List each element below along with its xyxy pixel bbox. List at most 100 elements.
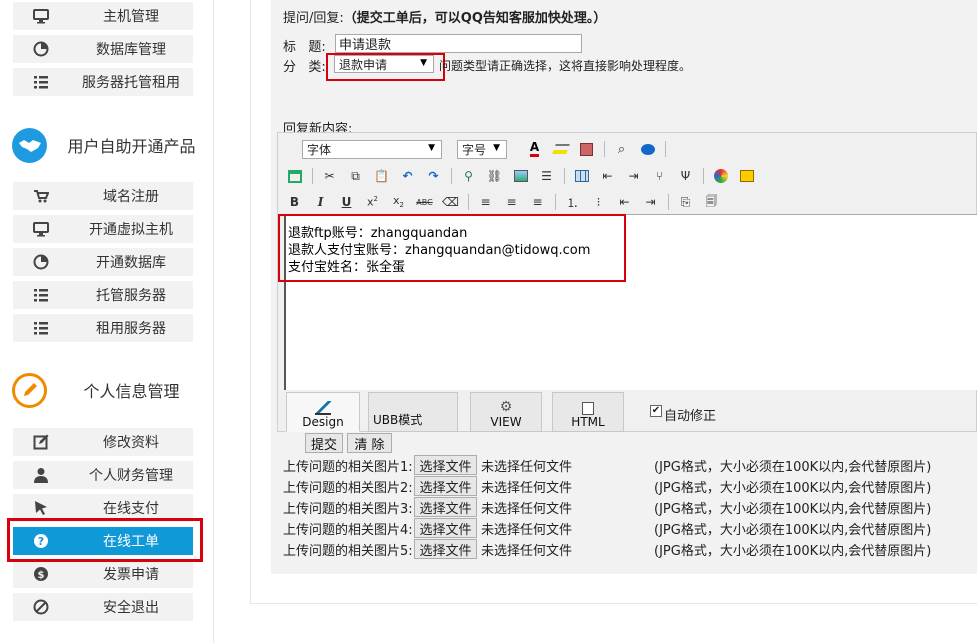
paste-icon[interactable]: 📋 <box>371 166 392 186</box>
choose-file-button[interactable]: 选择文件 <box>414 497 477 517</box>
sidebar-item-host-management[interactable]: 主机管理 <box>13 2 193 30</box>
insert-page-icon[interactable]: ⎘ <box>675 192 696 212</box>
outdent-icon[interactable]: ⇤ <box>614 192 635 212</box>
table-icon[interactable] <box>571 166 592 186</box>
file-status: 未选择任何文件 <box>481 480 573 496</box>
choose-file-button[interactable]: 选择文件 <box>414 539 477 559</box>
redo-icon[interactable]: ↷ <box>423 166 444 186</box>
highlight-box <box>7 518 203 562</box>
sidebar-item-open-vhost[interactable]: 开通虚拟主机 <box>13 215 193 243</box>
sidebar-item-edit-profile[interactable]: 修改资料 <box>13 428 193 456</box>
toolbar-row-3: B I U x2 x2 ABC ⌫ ≡ ≡ ≡ ⒈ ⁝ ⇤ ⇥ ⎘ 🗐 <box>284 191 727 213</box>
subscript-icon[interactable]: x2 <box>388 192 409 212</box>
upload-note: (JPG格式，大小必须在100K以内,会代替原图片) <box>654 501 932 517</box>
group-title: 用户自助开通产品 <box>67 137 196 156</box>
group-title: 个人信息管理 <box>83 382 180 401</box>
sidebar-item-label: 个人财务管理 <box>89 468 173 484</box>
header-notice: （提交工单后，可以QQ告知客服加快处理。） <box>343 11 607 26</box>
indent-icon[interactable]: ⇥ <box>640 192 661 212</box>
image-icon[interactable] <box>510 166 531 186</box>
sidebar-item-label: 发票申请 <box>103 567 159 583</box>
group-personal-info: 个人信息管理 <box>12 370 202 410</box>
italic-icon[interactable]: I <box>310 192 331 212</box>
sidebar-item-finance[interactable]: 个人财务管理 <box>13 461 193 489</box>
monitor-icon <box>33 9 49 24</box>
submit-button[interactable]: 提交 <box>305 433 343 453</box>
new-doc-icon[interactable] <box>284 166 305 186</box>
toolbar-row-2: ✂ ⧉ 📋 ↶ ↷ ⚲ ⛓ ☰ ⇤ ⇥ ⑂ Ψ <box>284 165 762 187</box>
link-icon[interactable]: ⚲ <box>458 166 479 186</box>
underline-icon[interactable]: U <box>336 192 357 212</box>
sidebar-item-hosting-server[interactable]: 托管服务器 <box>13 281 193 309</box>
insert-row-icon[interactable]: ⇤ <box>597 166 618 186</box>
title-input[interactable] <box>335 34 582 53</box>
eraser-icon[interactable]: ⌫ <box>440 192 461 212</box>
bold-icon[interactable]: B <box>284 192 305 212</box>
sidebar-item-invoice[interactable]: $ 发票申请 <box>13 560 193 588</box>
media-icon[interactable] <box>710 166 731 186</box>
tab-ubb[interactable]: UBB模式 <box>368 392 458 432</box>
choose-file-button[interactable]: 选择文件 <box>414 476 477 496</box>
align-right-icon[interactable]: ≡ <box>527 192 548 212</box>
list-icon <box>34 76 48 89</box>
font-select[interactable]: 字体 ▼ <box>302 139 442 159</box>
view-icon: ⚙ <box>499 399 513 415</box>
align-center-icon[interactable]: ≡ <box>501 192 522 212</box>
tab-label: UBB模式 <box>373 413 423 427</box>
pencil-icon <box>12 372 47 408</box>
sidebar-item-server-hosting[interactable]: 服务器托管租用 <box>13 68 193 96</box>
ordered-list-icon[interactable]: ⒈ <box>562 192 583 212</box>
find-icon[interactable]: ⌕ <box>611 139 632 159</box>
unordered-list-icon[interactable]: ⁝ <box>588 192 609 212</box>
handshake-icon <box>12 127 47 163</box>
align-left-icon[interactable]: ≡ <box>475 192 496 212</box>
tab-view[interactable]: ⚙ VIEW <box>470 392 542 432</box>
highlight-color-icon[interactable] <box>550 139 571 159</box>
tab-html[interactable]: HTML <box>552 392 624 432</box>
flash-icon[interactable] <box>736 166 757 186</box>
copy-icon[interactable]: ⧉ <box>345 166 366 186</box>
choose-file-button[interactable]: 选择文件 <box>414 455 477 475</box>
special-char-icon[interactable] <box>576 139 597 159</box>
sidebar-item-database-management[interactable]: 数据库管理 <box>13 35 193 63</box>
edit-icon <box>33 434 49 450</box>
strikethrough-icon[interactable]: ABC <box>414 192 435 212</box>
auto-fix-checkbox[interactable]: ✔ <box>650 405 662 417</box>
choose-file-button[interactable]: 选择文件 <box>414 518 477 538</box>
undo-icon[interactable]: ↶ <box>397 166 418 186</box>
user-icon <box>34 468 48 483</box>
sidebar-item-logout[interactable]: 安全退出 <box>13 593 193 621</box>
sidebar-item-domain-register[interactable]: 域名注册 <box>13 182 193 210</box>
sidebar-item-label: 开通数据库 <box>96 255 166 271</box>
font-color-icon[interactable]: A <box>524 139 545 159</box>
unlink-icon[interactable]: ⛓ <box>484 166 505 186</box>
insert-col-icon[interactable]: ⇥ <box>623 166 644 186</box>
clear-button[interactable]: 清 除 <box>347 433 392 453</box>
upload-note: (JPG格式，大小必须在100K以内,会代替原图片) <box>654 522 932 538</box>
sidebar-item-label: 修改资料 <box>103 435 159 451</box>
sidebar-item-open-database[interactable]: 开通数据库 <box>13 248 193 276</box>
dropdown-arrow-icon: ▼ <box>428 142 435 153</box>
merge-cell-icon[interactable]: Ψ <box>675 166 696 186</box>
ticket-header: 提问/回复:（提交工单后，可以QQ告知客服加快处理。） <box>283 7 606 26</box>
upload-note: (JPG格式，大小必须在100K以内,会代替原图片) <box>654 543 932 559</box>
file-status: 未选择任何文件 <box>481 459 573 475</box>
cut-icon[interactable]: ✂ <box>319 166 340 186</box>
emoticon-icon[interactable] <box>637 139 658 159</box>
tab-design[interactable]: Design <box>286 392 360 432</box>
superscript-icon[interactable]: x2 <box>362 192 383 212</box>
dropdown-arrow-icon: ▼ <box>493 142 500 153</box>
size-select-value: 字号 <box>462 142 487 157</box>
content-highlight <box>278 214 626 282</box>
svg-text:$: $ <box>38 570 45 581</box>
template-icon[interactable]: 🗐 <box>701 192 722 212</box>
split-cell-icon[interactable]: ⑂ <box>649 166 670 186</box>
upload-note: (JPG格式，大小必须在100K以内,会代替原图片) <box>654 459 932 475</box>
sidebar-item-label: 主机管理 <box>103 9 159 25</box>
file-status: 未选择任何文件 <box>481 543 573 559</box>
pie-icon <box>33 41 49 57</box>
sidebar-item-rent-server[interactable]: 租用服务器 <box>13 314 193 342</box>
size-select[interactable]: 字号 ▼ <box>457 139 507 159</box>
horizontal-rule-icon[interactable]: ☰ <box>536 166 557 186</box>
upload-row-2: 上传问题的相关图片2: 选择文件 未选择任何文件 (JPG格式，大小必须在100… <box>283 476 931 496</box>
